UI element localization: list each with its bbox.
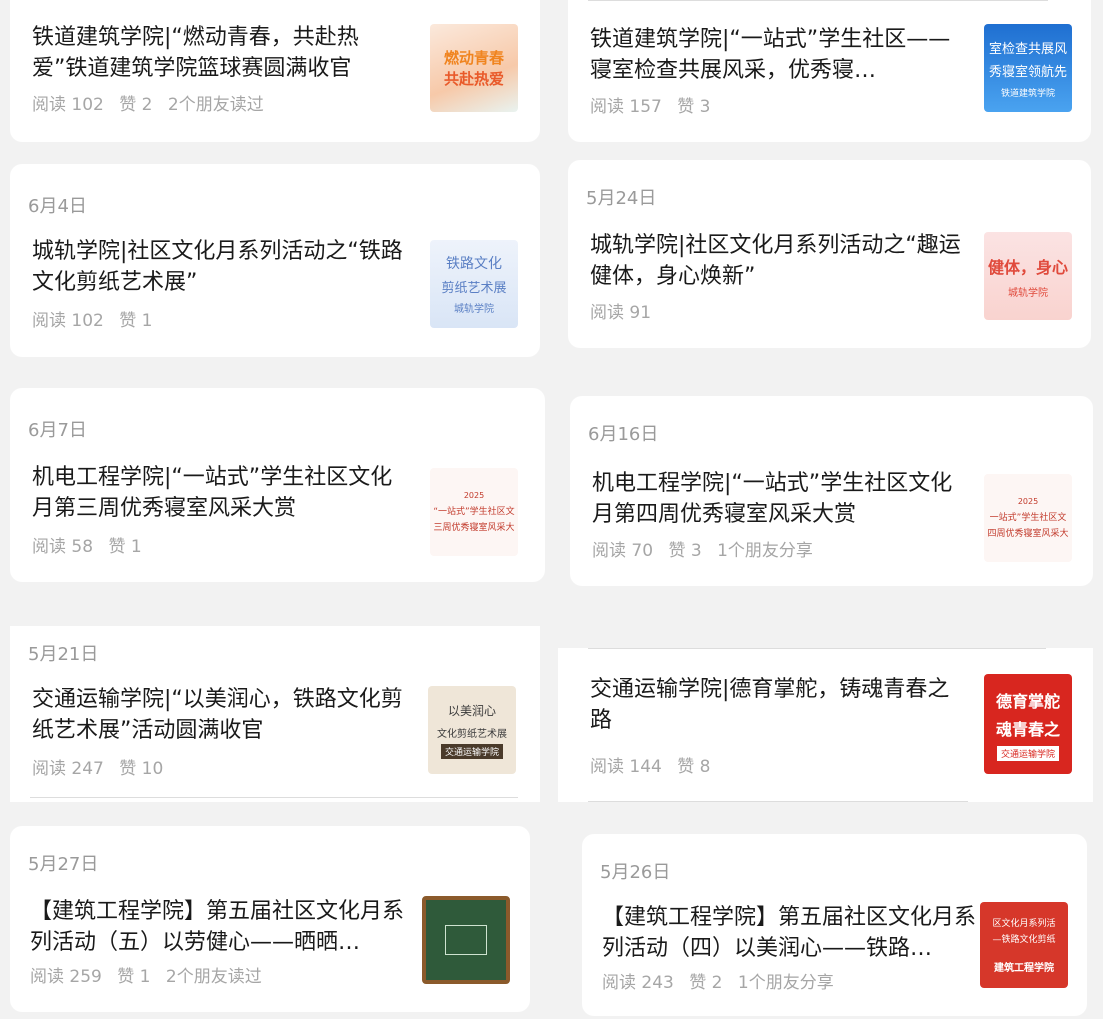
- friends-shared: 1个朋友分享: [717, 541, 813, 561]
- like-count: 赞 1: [117, 967, 151, 987]
- article-thumbnail: 燃动青春 共赴热爱: [430, 24, 518, 112]
- like-count: 赞 1: [108, 537, 142, 557]
- article-meta: 阅读 91: [590, 298, 661, 323]
- like-count: 赞 3: [677, 97, 711, 117]
- article-meta: 阅读 70 赞 3 1个朋友分享: [592, 536, 823, 561]
- like-count: 赞 8: [677, 757, 711, 777]
- publish-date: 6月7日: [28, 420, 87, 441]
- article-thumbnail: 2025 一站式”学生社区文 四周优秀寝室风采大: [984, 474, 1072, 562]
- article-meta: 阅读 102 赞 1: [32, 306, 163, 331]
- read-count: 阅读 91: [590, 303, 652, 323]
- article-meta: 阅读 102 赞 2 2个朋友读过: [32, 90, 274, 115]
- article-card[interactable]: 5月21日 交通运输学院|“以美润心，铁路文化剪纸艺术展”活动圆满收官 阅读 2…: [10, 626, 540, 802]
- read-count: 阅读 243: [602, 973, 674, 993]
- like-count: 赞 1: [119, 311, 153, 331]
- article-title: 城轨学院|社区文化月系列活动之“趣运健体，身心焕新”: [590, 233, 961, 289]
- read-count: 阅读 144: [590, 757, 662, 777]
- chalkboard-icon: [445, 925, 487, 955]
- read-count: 阅读 102: [32, 311, 104, 331]
- like-count: 赞 10: [119, 759, 164, 779]
- like-count: 赞 3: [668, 541, 702, 561]
- article-meta: 阅读 144 赞 8: [590, 752, 721, 777]
- article-title: 铁道建筑学院|“一站式”学生社区——寝室检查共展风采，优秀寝…: [590, 27, 951, 83]
- publish-date: 5月27日: [28, 854, 99, 875]
- publish-date: 6月16日: [588, 424, 659, 445]
- article-thumbnail: [422, 896, 510, 984]
- article-card[interactable]: 5月27日 【建筑工程学院】第五届社区文化月系列活动（五）以劳健心——晒晒… 阅…: [10, 826, 530, 1012]
- article-title: 机电工程学院|“一站式”学生社区文化月第三周优秀寝室风采大赏: [32, 465, 393, 521]
- read-count: 阅读 259: [30, 967, 102, 987]
- article-card[interactable]: 6月16日 机电工程学院|“一站式”学生社区文化月第四周优秀寝室风采大赏 阅读 …: [570, 396, 1093, 586]
- read-count: 阅读 58: [32, 537, 94, 557]
- article-card[interactable]: 5月24日 城轨学院|社区文化月系列活动之“趣运健体，身心焕新” 阅读 91 健…: [568, 160, 1091, 348]
- publish-date: 5月21日: [28, 644, 99, 665]
- article-title: 交通运输学院|德育掌舵，铸魂青春之路: [590, 677, 950, 733]
- divider: [588, 801, 968, 802]
- divider: [588, 0, 1048, 1]
- friends-read: 2个朋友读过: [165, 967, 262, 987]
- article-thumbnail: 区文化月系列活 —铁路文化剪纸 建筑工程学院: [980, 902, 1068, 988]
- read-count: 阅读 70: [592, 541, 654, 561]
- publish-date: 5月24日: [586, 188, 657, 209]
- article-card[interactable]: 6月7日 机电工程学院|“一站式”学生社区文化月第三周优秀寝室风采大赏 阅读 5…: [10, 388, 545, 582]
- article-meta: 阅读 58 赞 1: [32, 532, 152, 557]
- article-card[interactable]: 铁道建筑学院|“燃动青春，共赴热爱”铁道建筑学院篮球赛圆满收官 阅读 102 赞…: [10, 0, 540, 142]
- article-title: 城轨学院|社区文化月系列活动之“铁路文化剪纸艺术展”: [32, 239, 403, 295]
- article-thumbnail: 健体，身心 城轨学院: [984, 232, 1072, 320]
- article-thumbnail: 室检查共展风 秀寝室领航先 铁道建筑学院: [984, 24, 1072, 112]
- article-title: 铁道建筑学院|“燃动青春，共赴热爱”铁道建筑学院篮球赛圆满收官: [32, 25, 359, 81]
- article-title: 机电工程学院|“一站式”学生社区文化月第四周优秀寝室风采大赏: [592, 471, 953, 527]
- article-title: 【建筑工程学院】第五届社区文化月系列活动（四）以美润心——铁路…: [602, 905, 977, 961]
- publish-date: 6月4日: [28, 196, 87, 217]
- divider: [30, 797, 518, 798]
- like-count: 赞 2: [119, 95, 153, 115]
- article-meta: 阅读 259 赞 1 2个朋友读过: [30, 962, 272, 987]
- article-card[interactable]: 6月4日 城轨学院|社区文化月系列活动之“铁路文化剪纸艺术展” 阅读 102 赞…: [10, 164, 540, 357]
- article-card[interactable]: 5月26日 【建筑工程学院】第五届社区文化月系列活动（四）以美润心——铁路… 阅…: [582, 834, 1087, 1016]
- article-card[interactable]: 铁道建筑学院|“一站式”学生社区——寝室检查共展风采，优秀寝… 阅读 157 赞…: [568, 0, 1091, 142]
- like-count: 赞 2: [689, 973, 723, 993]
- read-count: 阅读 247: [32, 759, 104, 779]
- article-title: 【建筑工程学院】第五届社区文化月系列活动（五）以劳健心——晒晒…: [30, 899, 405, 955]
- publish-date: 5月26日: [600, 862, 671, 883]
- article-thumbnail: 2025 “一站式”学生社区文 三周优秀寝室风采大: [430, 468, 518, 556]
- article-card[interactable]: 交通运输学院|德育掌舵，铸魂青春之路 阅读 144 赞 8 德育掌舵 魂青春之 …: [558, 648, 1093, 802]
- divider: [588, 648, 1046, 649]
- article-meta: 阅读 243 赞 2 1个朋友分享: [602, 968, 844, 993]
- article-thumbnail: 以美润心 文化剪纸艺术展 交通运输学院: [428, 686, 516, 774]
- article-thumbnail: 铁路文化 剪纸艺术展 城轨学院: [430, 240, 518, 328]
- article-title: 交通运输学院|“以美润心，铁路文化剪纸艺术展”活动圆满收官: [32, 687, 403, 743]
- read-count: 阅读 157: [590, 97, 662, 117]
- article-meta: 阅读 157 赞 3: [590, 92, 721, 117]
- friends-shared: 1个朋友分享: [737, 973, 834, 993]
- read-count: 阅读 102: [32, 95, 104, 115]
- article-meta: 阅读 247 赞 10: [32, 754, 173, 779]
- friends-read: 2个朋友读过: [167, 95, 264, 115]
- article-thumbnail: 德育掌舵 魂青春之 交通运输学院: [984, 674, 1072, 774]
